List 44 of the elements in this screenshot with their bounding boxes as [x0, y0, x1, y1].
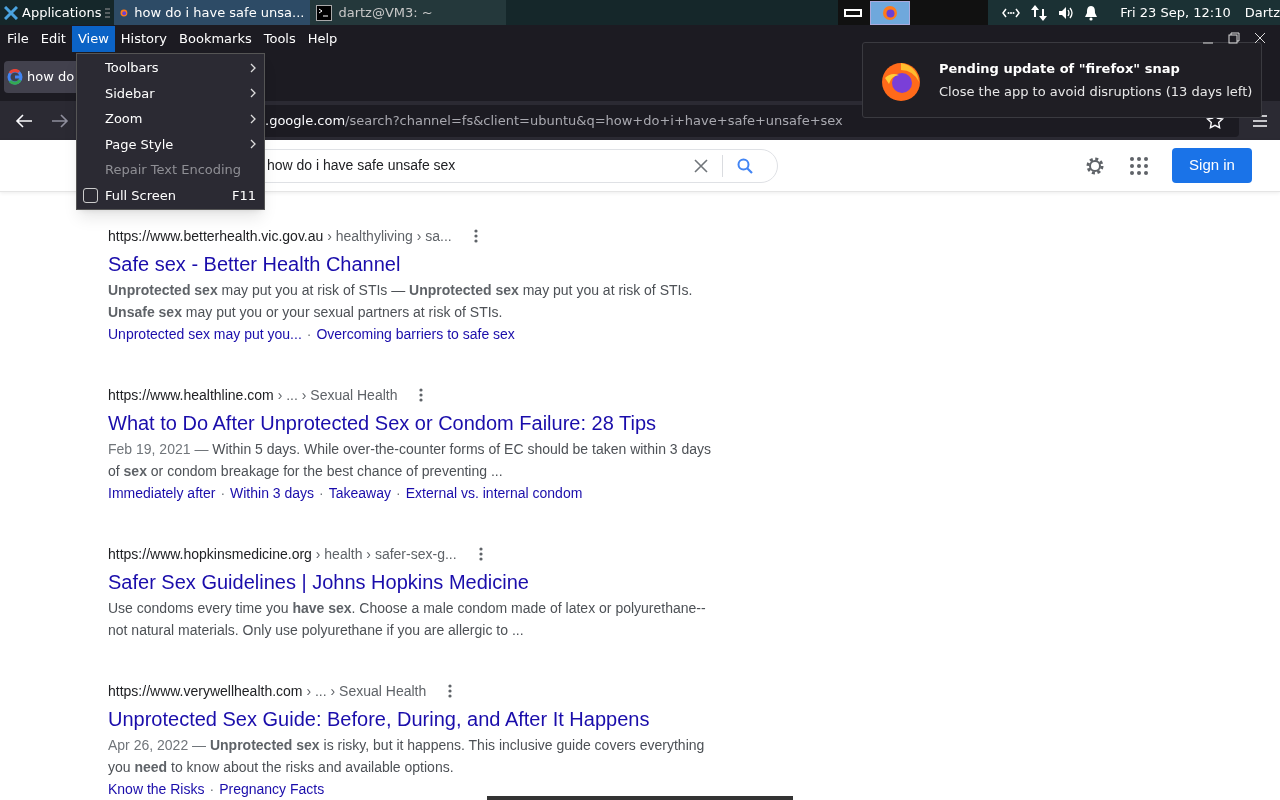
notification-body: Close the app to avoid disruptions (13 days left) — [939, 83, 1253, 101]
menu-option[interactable]: Sidebar — [77, 80, 264, 106]
sitelink[interactable]: Know the Risks — [108, 778, 205, 800]
menu-option[interactable]: Zoom — [77, 106, 264, 132]
user-name[interactable]: Dartz — [1244, 2, 1280, 23]
sitelink[interactable]: External vs. internal condom — [405, 482, 583, 504]
result-snippet: Use condoms every time you have sex. Choose a male condom made of latex or polyurethane--not natural materials. Only use polyurethane if you are allergic to ... — [108, 599, 707, 640]
menu-item[interactable]: View — [71, 26, 115, 52]
result-title[interactable]: Unprotected Sex Guide: Before, During, and After It Happens — [108, 706, 650, 732]
separator-dot: · — [306, 325, 312, 344]
sitelink[interactable]: Immediately after — [108, 482, 216, 504]
sitelink[interactable]: Within 3 days — [230, 482, 315, 504]
sitelink[interactable]: Pregnancy Facts — [219, 778, 325, 800]
separator-dot: · — [319, 484, 324, 503]
menu-item[interactable]: History — [114, 26, 174, 52]
sitelink[interactable]: Unprotected sex may put you... — [108, 323, 302, 345]
menu-item[interactable]: Bookmarks — [173, 26, 258, 52]
result-title[interactable]: Safer Sex Guidelines | Johns Hopkins Medicine — [108, 569, 529, 595]
menu-item[interactable]: File — [1, 26, 35, 52]
sign-in-button[interactable]: Sign in — [1172, 148, 1252, 184]
separator-dot: · — [220, 484, 226, 503]
result-title[interactable]: Safe sex - Better Health Channel — [108, 251, 401, 277]
notification-title: Pending update of "firefox" snap — [939, 59, 1181, 78]
result-url[interactable]: https://www.healthline.com › ... › Sexual Health — [108, 384, 398, 406]
sitelink[interactable]: Overcoming barriers to safe sex — [316, 323, 515, 345]
result-url[interactable]: https://www.verywellhealth.com › ... › Sexual Health — [108, 680, 427, 702]
applications-menu[interactable]: Applications — [22, 2, 102, 23]
window-button[interactable]: dartz@VM3: ~ — [310, 0, 507, 26]
result-url[interactable]: https://www.hopkinsmedicine.org › health › safer-sex-g... — [108, 543, 457, 565]
menu-option[interactable]: Toolbars — [77, 55, 264, 81]
result-title[interactable]: What to Do After Unprotected Sex or Condom Failure: 28 Tips — [108, 410, 657, 436]
result-snippet: Apr 26, 2022 — Unprotected sex is risky, but it happens. This inclusive guide covers everything you need to know about the risks and available options. — [108, 736, 706, 777]
menu-item[interactable]: Edit — [34, 26, 72, 52]
result-url[interactable]: https://www.betterhealth.vic.gov.au › healthyliving › sa... — [108, 225, 452, 247]
separator-dot: · — [209, 780, 215, 799]
separator-dot: · — [396, 484, 401, 503]
menu-item[interactable]: Help — [301, 26, 344, 52]
window-button[interactable]: how do i have safe unsa... — [114, 0, 311, 26]
result-snippet: Feb 19, 2021 — Within 5 days. While over-the-counter forms of EC should be taken within 3 days of sex or condom breakage for the best chance of preventing ... — [108, 440, 713, 481]
menu-option[interactable]: Full Screen F11 — [77, 182, 264, 208]
result-snippet: Unprotected sex may put you at risk of STIs — Unprotected sex may put you at risk of STIs. Unsafe sex may put you or your sexual partners at risk of STIs. — [108, 281, 694, 322]
clock[interactable]: Fri 23 Sep, 12:10 — [1120, 2, 1231, 23]
sitelink[interactable]: Takeaway — [328, 482, 392, 504]
menu-item[interactable]: Tools — [257, 26, 302, 52]
